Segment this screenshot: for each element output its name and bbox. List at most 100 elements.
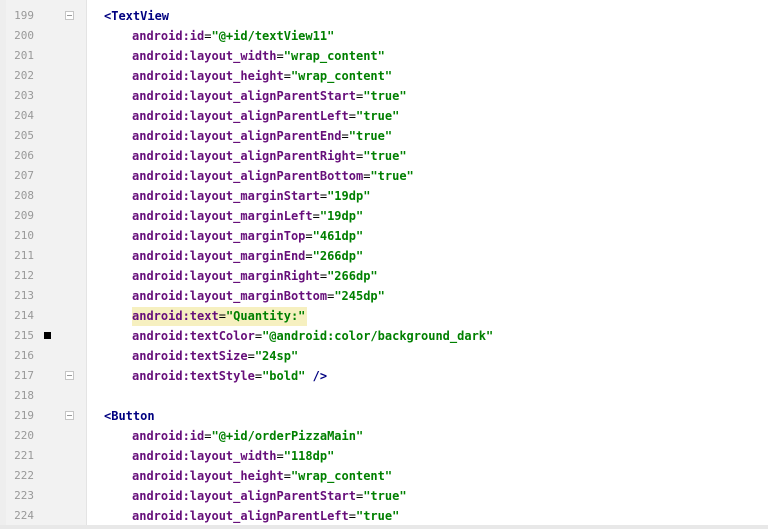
fold-toggle-icon[interactable] [65,411,74,420]
attribute-name: android:layout_marginBottom [132,289,328,303]
code-line[interactable]: 215 android:textColor="@android:color/bac… [0,326,768,346]
code-line[interactable]: 208 android:layout_marginStart="19dp" [0,186,768,206]
code-text: android:textColor="@android:color/backgr… [132,326,493,346]
attribute-name: android:layout_marginStart [132,189,320,203]
code-text: android:layout_marginTop="461dp" [132,226,363,246]
line-number: 205 [14,129,34,142]
highlighted-attribute: android:text="Quantity:" [132,307,308,326]
attribute-name: android:layout_alignParentEnd [132,129,342,143]
equals-sign: = [283,69,291,83]
attribute-name: android:layout_alignParentStart [132,489,356,503]
code-text: android:layout_width="wrap_content" [132,46,385,66]
line-number: 219 [14,409,34,422]
code-text: android:layout_marginRight="266dp" [132,266,378,286]
code-line[interactable]: 224 android:layout_alignParentLeft="true" [0,506,768,526]
attribute-name: android:layout_marginRight [132,269,320,283]
attribute: android:textStyle="bold" [132,369,305,383]
attribute: android:layout_alignParentEnd="true" [132,129,392,143]
attribute-value: "wrap_content" [283,49,385,63]
attribute-value: "@+id/orderPizzaMain" [211,429,364,443]
tag-close: /> [305,369,328,383]
fold-toggle-icon[interactable] [65,371,74,380]
code-text: android:layout_height="wrap_content" [132,466,392,486]
attribute-value: "wrap_content" [290,469,393,483]
line-number: 222 [14,469,34,482]
attribute: android:textColor="@android:color/backgr… [132,329,493,343]
code-line[interactable]: 207 android:layout_alignParentBottom="tru… [0,166,768,186]
equals-sign: = [283,469,291,483]
code-text: android:layout_width="118dp" [132,446,334,466]
attribute: android:layout_marginBottom="245dp" [132,289,385,303]
code-line[interactable]: 217 android:textStyle="bold" /> [0,366,768,386]
line-number: 199 [14,9,34,22]
equals-sign: = [276,49,284,63]
attribute-value: "118dp" [283,449,335,463]
attribute: android:layout_alignParentLeft="true" [132,109,399,123]
equals-sign: = [348,509,356,523]
attribute-value: "true" [355,509,400,523]
attribute-value: "true" [355,109,400,123]
equals-sign: = [254,329,263,343]
code-line[interactable]: 206 android:layout_alignParentRight="true… [0,146,768,166]
line-number: 210 [14,229,34,242]
attribute: android:layout_height="wrap_content" [132,469,392,483]
code-line[interactable]: 212 android:layout_marginRight="266dp" [0,266,768,286]
code-editor[interactable]: 199 <TextView 200 android:id="@+id/textView… [0,0,768,529]
fold-toggle-icon[interactable] [65,11,74,20]
code-line[interactable]: 222 android:layout_height="wrap_content" [0,466,768,486]
attribute-name: android:layout_alignParentBottom [132,169,364,183]
code-line[interactable]: 219 <Button [0,406,768,426]
code-text: android:id="@+id/textView11" [132,26,334,46]
equals-sign: = [348,109,356,123]
attribute: android:layout_marginEnd="266dp" [132,249,363,263]
line-number: 204 [14,109,34,122]
code-line[interactable]: 220 android:id="@+id/orderPizzaMain" [0,426,768,446]
line-number: 203 [14,89,34,102]
line-number: 209 [14,209,34,222]
code-text: <TextView [104,6,169,26]
attribute-value: "@android:color/background_dark" [262,329,494,343]
attribute-name: android:layout_height [132,469,284,483]
code-line[interactable]: 221 android:layout_width="118dp" [0,446,768,466]
code-line[interactable]: 211 android:layout_marginEnd="266dp" [0,246,768,266]
color-swatch-icon[interactable] [44,332,51,339]
code-line[interactable]: 204 android:layout_alignParentLeft="true" [0,106,768,126]
code-text: android:layout_marginLeft="19dp" [132,206,363,226]
code-text: <Button [104,406,155,426]
attribute-value: "wrap_content" [290,69,393,83]
attribute-name: android:id [132,429,205,443]
code-line[interactable]: 201 android:layout_width="wrap_content" [0,46,768,66]
code-line[interactable]: 202 android:layout_height="wrap_content" [0,66,768,86]
code-text: android:id="@+id/orderPizzaMain" [132,426,363,446]
attribute-name: android:layout_height [132,69,284,83]
attribute-value: "true" [363,89,407,103]
code-line[interactable]: 214 android:text="Quantity:" [0,306,768,326]
code-line[interactable]: 218 [0,386,768,406]
code-line[interactable]: 223 android:layout_alignParentStart="true… [0,486,768,506]
code-line[interactable]: 205 android:layout_alignParentEnd="true" [0,126,768,146]
attribute: android:textSize="24sp" [132,349,298,363]
code-line[interactable]: 200 android:id="@+id/textView11" [0,26,768,46]
attribute-name: android:layout_alignParentRight [132,149,356,163]
attribute: android:id="@+id/orderPizzaMain" [132,429,363,443]
line-number: 206 [14,149,34,162]
attribute-name: android:id [132,29,205,43]
attribute-name: android:layout_alignParentStart [132,89,356,103]
code-text: android:text="Quantity:" [132,306,308,326]
code-line[interactable]: 209 android:layout_marginLeft="19dp" [0,206,768,226]
attribute-value: "true" [370,169,414,183]
code-line[interactable]: 216 android:textSize="24sp" [0,346,768,366]
code-line[interactable]: 213 android:layout_marginBottom="245dp" [0,286,768,306]
code-line[interactable]: 210 android:layout_marginTop="461dp" [0,226,768,246]
code-text: android:layout_alignParentBottom="true" [132,166,414,186]
horizontal-scrollbar[interactable] [0,525,768,529]
code-line[interactable]: 203 android:layout_alignParentStart="true… [0,86,768,106]
equals-sign: = [247,349,255,363]
code-text: android:textStyle="bold" /> [132,366,327,386]
line-number: 218 [14,389,34,402]
code-line[interactable]: 199 <TextView [0,6,768,26]
code-text: android:layout_marginBottom="245dp" [132,286,385,306]
attribute-value: "true" [348,129,393,143]
line-number: 212 [14,269,34,282]
attribute-name: android:textSize [132,349,248,363]
